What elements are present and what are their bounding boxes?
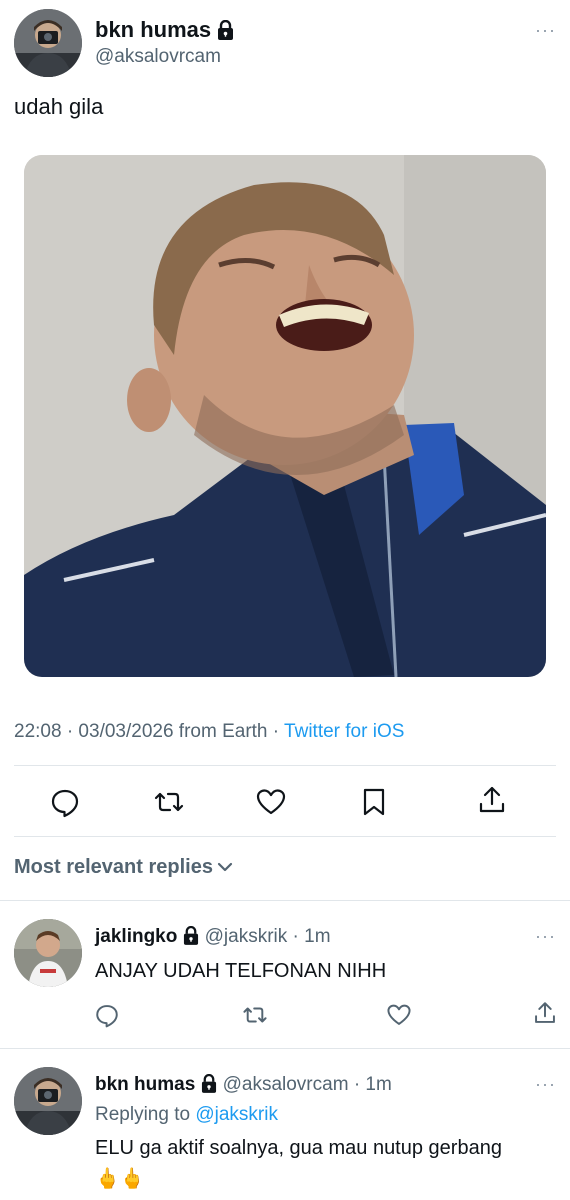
more-options-icon[interactable]: ··· [535, 20, 556, 41]
share-icon[interactable] [532, 1000, 558, 1026]
author-avatar[interactable] [14, 9, 82, 77]
lock-icon [217, 19, 234, 46]
divider [14, 836, 556, 837]
author-handle[interactable]: @aksalovrcam [95, 46, 221, 68]
reply-author-name[interactable]: jaklingko [95, 926, 177, 947]
reply-header: jaklingko @jakskrik · 1m [95, 925, 331, 951]
lock-icon [201, 1073, 217, 1099]
reply-avatar[interactable] [14, 919, 82, 987]
meta-separator: · [272, 721, 280, 742]
laughing-man-photo [24, 155, 546, 677]
reply-time[interactable]: · 1m [354, 1074, 392, 1095]
replying-to-line: Replying to @jakskrik [95, 1104, 278, 1126]
reply-icon[interactable] [94, 1002, 120, 1028]
reply-avatar-image [14, 919, 82, 987]
author-avatar-image [14, 9, 82, 77]
reply-time[interactable]: · 1m [293, 926, 331, 947]
divider [0, 1048, 570, 1049]
tweet-meta: 22:08 · 03/03/2026 from Earth · Twitter … [14, 721, 404, 743]
reply-author-handle[interactable]: @jakskrik [205, 926, 288, 947]
tweet-timestamp[interactable]: 22:08 · 03/03/2026 from Earth [14, 721, 268, 742]
replying-to-mention[interactable]: @jakskrik [195, 1104, 278, 1125]
replies-sort-label: Most relevant replies [14, 856, 213, 878]
like-icon[interactable] [386, 1002, 412, 1028]
reply-emoji: 🖕🖕 [95, 1168, 145, 1190]
reply-icon[interactable] [49, 786, 81, 818]
author-name-row[interactable]: bkn humas [95, 17, 234, 46]
tweet-text: udah gila [14, 94, 104, 119]
chevron-down-icon [217, 856, 233, 879]
reply-header: bkn humas @aksalovrcam · 1m [95, 1073, 392, 1099]
divider [14, 765, 556, 766]
like-icon[interactable] [255, 786, 287, 818]
replies-sort-dropdown[interactable]: Most relevant replies [14, 856, 233, 879]
tweet-source-link[interactable]: Twitter for iOS [284, 721, 404, 742]
more-options-icon[interactable]: ··· [535, 926, 556, 947]
lock-icon [183, 925, 199, 951]
tweet-action-bar [0, 782, 570, 822]
bookmark-icon[interactable] [358, 786, 390, 818]
reply-text: ELU ga aktif soalnya, gua mau nutup gerb… [95, 1137, 502, 1159]
retweet-icon[interactable] [153, 786, 185, 818]
reply-author-name[interactable]: bkn humas [95, 1074, 195, 1095]
reply-avatar[interactable] [14, 1067, 82, 1135]
retweet-icon[interactable] [242, 1002, 268, 1028]
reply-author-handle[interactable]: @aksalovrcam [223, 1074, 349, 1095]
share-icon[interactable] [476, 784, 508, 816]
reply-text: ANJAY UDAH TELFONAN NIHH [95, 960, 387, 982]
author-name[interactable]: bkn humas [95, 17, 211, 42]
divider [0, 900, 570, 901]
reply-avatar-image [14, 1067, 82, 1135]
replying-to-prefix: Replying to [95, 1104, 191, 1125]
tweet-photo[interactable] [24, 155, 546, 677]
more-options-icon[interactable]: ··· [535, 1074, 556, 1095]
